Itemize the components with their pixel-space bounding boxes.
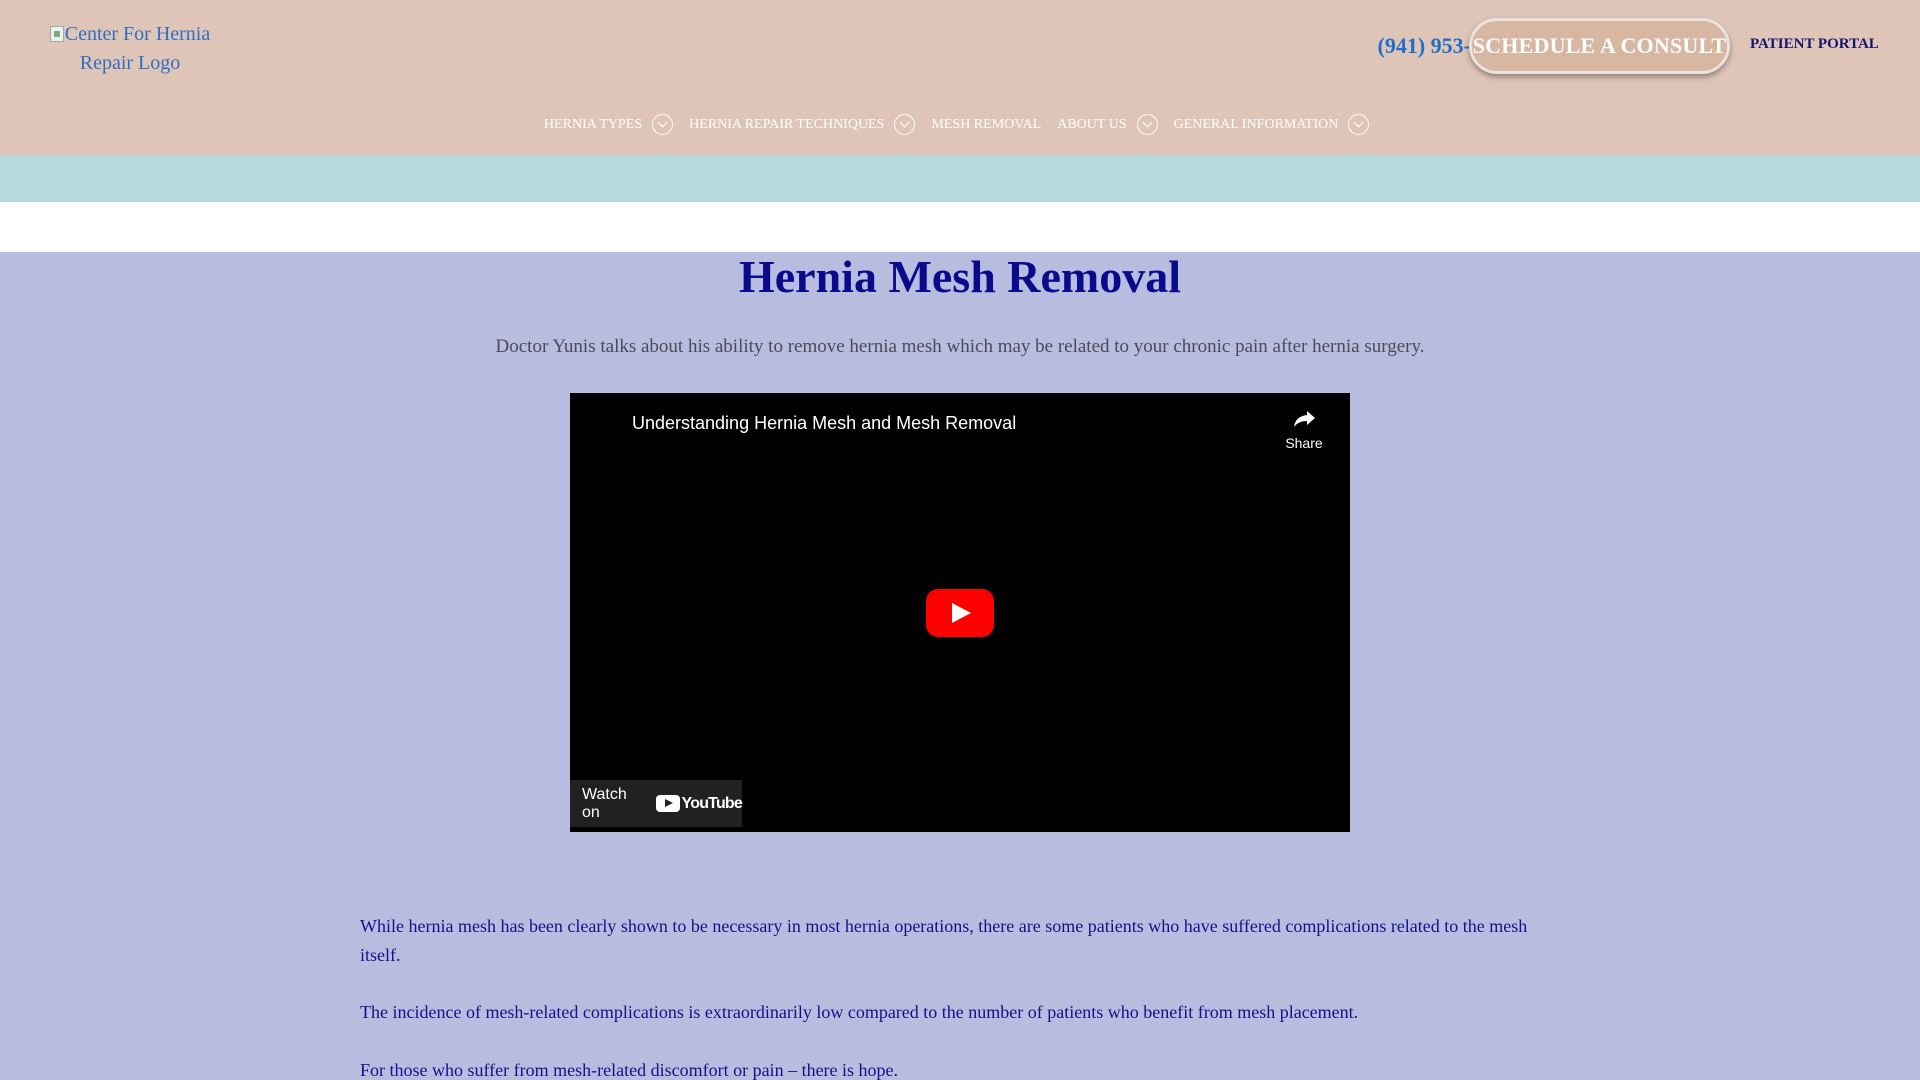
body-paragraph: The incidence of mesh-related complicati… <box>360 1002 1359 1022</box>
main-nav: HERNIA TYPES HERNIA REPAIR TECHNIQUES ME… <box>544 114 1385 135</box>
site-logo[interactable]: Center For Hernia Repair Logo <box>28 20 232 78</box>
youtube-logo-icon <box>655 795 680 812</box>
share-icon <box>1294 411 1315 427</box>
broken-image-icon <box>49 26 64 42</box>
page-title: Hernia Mesh Removal <box>738 251 1182 302</box>
share-button[interactable]: Share <box>1284 405 1324 451</box>
nav-item-hernia-repair-techniques[interactable]: HERNIA REPAIR TECHNIQUES <box>689 114 916 135</box>
nav-item-mesh-removal[interactable]: MESH REMOVAL <box>931 117 1041 133</box>
nav-item-hernia-types[interactable]: HERNIA TYPES <box>544 114 674 135</box>
chevron-down-icon[interactable] <box>652 114 674 135</box>
nav-item-about-us[interactable]: ABOUT US <box>1057 114 1158 135</box>
teal-banner <box>0 155 1920 202</box>
page-subtitle: Doctor Yunis talks about his ability to … <box>495 336 1425 357</box>
share-label: Share <box>1285 435 1323 451</box>
logo-alt-text: Center For Hernia Repair Logo <box>64 23 211 74</box>
youtube-wordmark: YouTube <box>681 794 743 812</box>
body-paragraph: For those who suffer from mesh-related d… <box>360 1060 899 1080</box>
chevron-down-icon[interactable] <box>894 114 916 135</box>
nav-item-label: HERNIA TYPES <box>544 116 643 132</box>
watch-on-youtube-button[interactable]: Watch on YouTube <box>570 780 743 827</box>
patient-portal-link[interactable]: PATIENT PORTAL <box>1750 36 1879 53</box>
youtube-logo: YouTube <box>655 794 743 813</box>
nav-item-general-information[interactable]: GENERAL INFORMATION <box>1174 114 1370 135</box>
nav-item-label: ABOUT US <box>1057 116 1127 132</box>
schedule-consult-button[interactable]: SCHEDULE A CONSULT <box>1469 18 1730 74</box>
video-title[interactable]: Understanding Hernia Mesh and Mesh Remov… <box>632 413 1016 434</box>
watch-on-label: Watch on <box>582 785 627 821</box>
white-spacer <box>0 202 1920 252</box>
nav-item-label: GENERAL INFORMATION <box>1173 116 1339 132</box>
chevron-down-icon[interactable] <box>1348 114 1370 135</box>
play-icon[interactable] <box>926 589 994 637</box>
chevron-down-icon[interactable] <box>1136 114 1158 135</box>
body-paragraph: While hernia mesh has been clearly shown… <box>360 916 1528 965</box>
nav-item-label: MESH REMOVAL <box>931 116 1042 132</box>
site-header: Center For Hernia Repair Logo (941) 953-… <box>0 0 1920 155</box>
nav-item-label: HERNIA REPAIR TECHNIQUES <box>689 116 885 132</box>
youtube-embed[interactable]: Understanding Hernia Mesh and Mesh Remov… <box>570 393 1350 832</box>
